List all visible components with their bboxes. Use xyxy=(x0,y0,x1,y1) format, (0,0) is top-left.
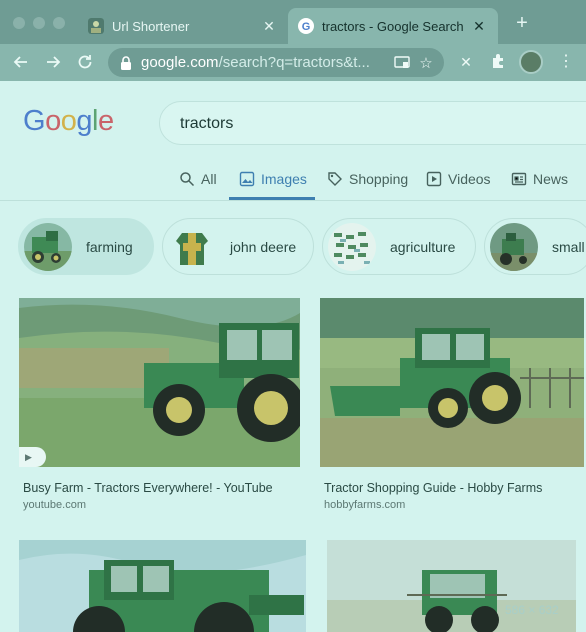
chip-label: john deere xyxy=(230,238,297,255)
chip-agriculture[interactable]: agriculture xyxy=(322,218,476,275)
menu-icon[interactable]: ⋮ xyxy=(558,52,574,72)
url-text: google.com/search?q=tractors&t... xyxy=(141,54,386,71)
chip-thumbnail xyxy=(168,222,216,271)
url-shortener-favicon-icon xyxy=(88,18,104,34)
star-icon[interactable]: ☆ xyxy=(418,54,434,72)
puzzle-icon[interactable] xyxy=(489,53,507,71)
result-source[interactable]: hobbyfarms.com xyxy=(324,499,405,511)
url-host: google.com xyxy=(141,54,219,71)
chip-thumbnail xyxy=(328,222,376,271)
logo-letter: g xyxy=(76,105,92,137)
google-logo[interactable]: Google xyxy=(23,105,114,138)
tab-title: Url Shortener xyxy=(112,18,190,34)
result-image[interactable] xyxy=(19,540,306,632)
result-title[interactable]: Busy Farm - Tractors Everywhere! - YouTu… xyxy=(23,481,273,495)
new-tab-button[interactable]: + xyxy=(512,13,532,33)
result-image[interactable] xyxy=(327,540,576,632)
tab-label: Shopping xyxy=(349,171,409,187)
tab-images[interactable]: Images xyxy=(229,166,315,200)
extension-x-icon[interactable]: ✕ xyxy=(457,53,475,71)
search-query: tractors xyxy=(180,115,234,132)
chip-farming[interactable]: farming xyxy=(18,218,154,275)
tab-label: Images xyxy=(261,171,307,187)
chip-label: small xyxy=(552,238,585,255)
chip-label: farming xyxy=(86,238,133,255)
chip-thumbnail xyxy=(24,222,72,271)
back-icon[interactable] xyxy=(10,51,32,73)
result-source[interactable]: youtube.com xyxy=(23,499,86,511)
result-image[interactable] xyxy=(320,298,584,467)
tab-news[interactable]: News xyxy=(511,166,568,200)
chip-label: agriculture xyxy=(390,238,456,255)
result-image[interactable] xyxy=(19,298,300,467)
chip-small[interactable]: small xyxy=(484,218,586,275)
browser-toolbar: google.com/search?q=tractors&t... ☆ ✕ ⋮ xyxy=(0,44,586,81)
browser-tab-google-search[interactable]: G tractors - Google Search ✕ xyxy=(288,8,498,44)
logo-letter: e xyxy=(97,105,114,137)
play-badge-icon: ▶ xyxy=(19,447,46,467)
chip-john-deere[interactable]: john deere xyxy=(162,218,314,275)
avatar[interactable] xyxy=(519,50,543,74)
tab-label: News xyxy=(533,171,569,187)
google-favicon-icon: G xyxy=(298,18,314,34)
size-badge: 586 × 632 xyxy=(505,603,559,617)
close-tab-icon[interactable]: ✕ xyxy=(260,18,278,35)
search-icon xyxy=(180,172,195,187)
tab-videos[interactable]: Videos xyxy=(426,166,491,200)
search-input[interactable]: tractors xyxy=(159,101,586,145)
tab-all[interactable]: All xyxy=(179,166,217,200)
logo-letter: o xyxy=(60,105,77,137)
tab-label: Videos xyxy=(448,171,491,187)
lock-icon xyxy=(121,55,131,70)
tag-icon xyxy=(328,172,342,186)
url-path: /search?q=tractors&t... xyxy=(218,54,370,71)
reload-icon[interactable] xyxy=(74,51,96,73)
maximize-window-button[interactable] xyxy=(53,17,65,29)
tabs-divider xyxy=(0,200,586,201)
image-icon xyxy=(239,171,255,187)
svg-text:G: G xyxy=(302,21,311,33)
cast-icon[interactable] xyxy=(394,55,410,70)
logo-letter: G xyxy=(23,105,46,137)
browser-tab-url-shortener[interactable]: Url Shortener ✕ xyxy=(78,8,288,44)
forward-icon[interactable] xyxy=(42,51,64,73)
address-bar[interactable]: google.com/search?q=tractors&t... ☆ xyxy=(108,48,444,77)
tab-label: All xyxy=(201,171,217,187)
logo-letter: o xyxy=(45,105,61,137)
chip-thumbnail xyxy=(490,222,538,271)
tab-title: tractors - Google Search xyxy=(322,18,464,34)
result-title[interactable]: Tractor Shopping Guide - Hobby Farms xyxy=(324,481,542,495)
newspaper-icon xyxy=(511,172,527,186)
tab-shopping[interactable]: Shopping xyxy=(327,166,408,200)
play-icon xyxy=(426,171,442,187)
search-tabs: All Images Shopping Videos News xyxy=(0,166,586,200)
close-tab-icon[interactable]: ✕ xyxy=(470,18,488,35)
tab-strip: Url Shortener ✕ G tractors - Google Sear… xyxy=(0,0,586,44)
minimize-window-button[interactable] xyxy=(33,17,45,29)
close-window-button[interactable] xyxy=(13,17,25,29)
